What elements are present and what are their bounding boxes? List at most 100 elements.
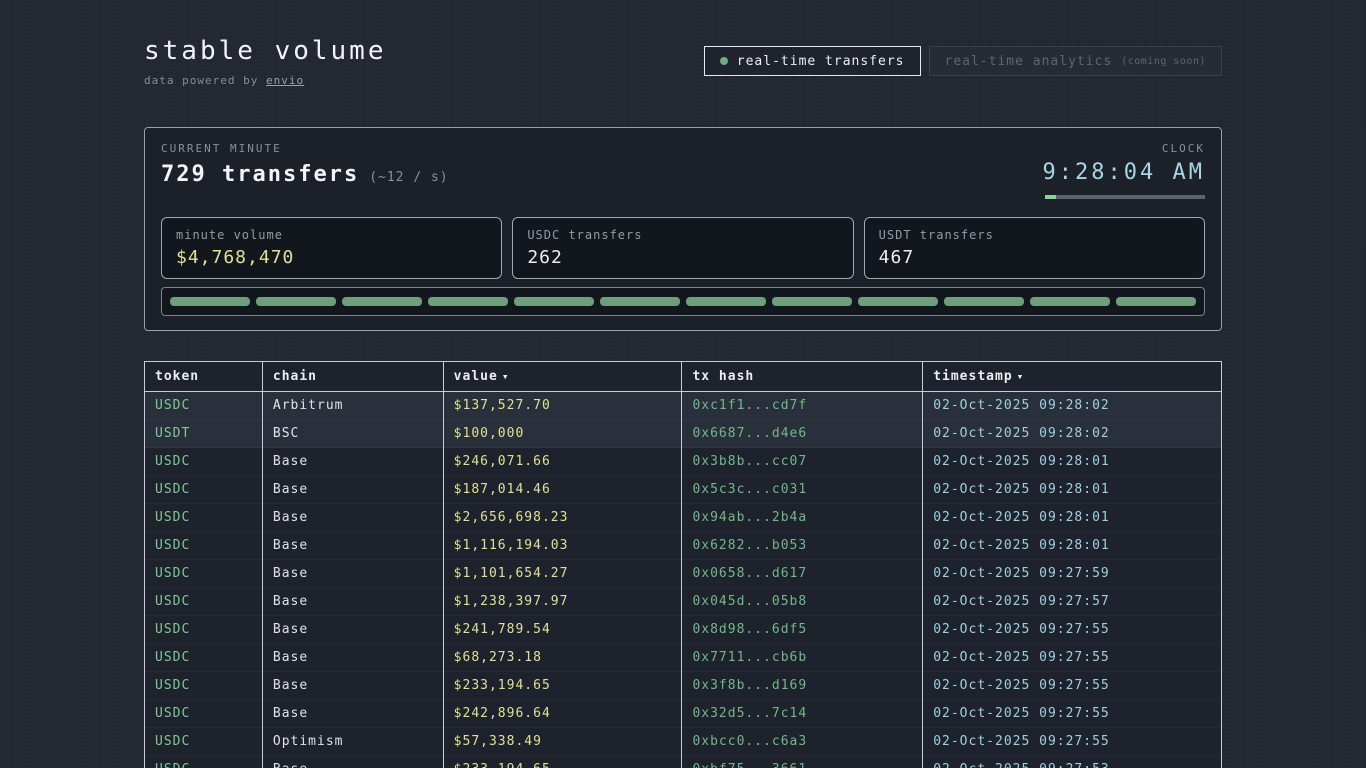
token-cell: USDT <box>145 420 263 448</box>
minute-segment <box>686 297 766 306</box>
table-row: USDCBase$68,273.180x7711...cb6b02-Oct-20… <box>145 644 1222 672</box>
chain-cell: Arbitrum <box>262 392 443 420</box>
tx-hash-cell[interactable]: 0x5c3c...c031 <box>682 476 923 504</box>
clock-progress-bar <box>1045 195 1205 199</box>
column-header-value[interactable]: value▾ <box>443 362 682 392</box>
subtitle: data powered by envio <box>144 74 387 87</box>
clock-label: CLOCK <box>1043 142 1205 155</box>
table-row: USDTBSC$100,0000x6687...d4e602-Oct-2025 … <box>145 420 1222 448</box>
token-cell: USDC <box>145 504 263 532</box>
minute-segment <box>428 297 508 306</box>
timestamp-cell: 02-Oct-2025 09:28:01 <box>923 504 1222 532</box>
value-cell: $137,527.70 <box>443 392 682 420</box>
tab-real-time-analytics: real-time analytics (coming soon) <box>929 46 1223 76</box>
minute-segment <box>342 297 422 306</box>
chain-cell: Base <box>262 560 443 588</box>
token-cell: USDC <box>145 560 263 588</box>
chain-cell: Base <box>262 644 443 672</box>
table-row: USDCOptimism$57,338.490xbcc0...c6a302-Oc… <box>145 728 1222 756</box>
title-block: stable volume data powered by envio <box>144 36 387 87</box>
value-cell: $233,194.65 <box>443 756 682 768</box>
transfer-count: 729 transfers <box>161 162 359 187</box>
token-cell: USDC <box>145 476 263 504</box>
tx-hash-cell[interactable]: 0xbcc0...c6a3 <box>682 728 923 756</box>
transfers-table-body: USDCArbitrum$137,527.700xc1f1...cd7f02-O… <box>145 392 1222 768</box>
chain-cell: Base <box>262 616 443 644</box>
tx-hash-cell[interactable]: 0x32d5...7c14 <box>682 700 923 728</box>
token-cell: USDC <box>145 700 263 728</box>
table-row: USDCBase$233,194.650x3f8b...d16902-Oct-2… <box>145 672 1222 700</box>
table-row: USDCBase$2,656,698.230x94ab...2b4a02-Oct… <box>145 504 1222 532</box>
tx-hash-cell[interactable]: 0xbf75...3661 <box>682 756 923 768</box>
timestamp-cell: 02-Oct-2025 09:27:55 <box>923 672 1222 700</box>
stat-usdt-transfers: USDT transfers 467 <box>864 217 1205 279</box>
live-dot-icon <box>720 57 728 65</box>
current-minute-label: CURRENT MINUTE <box>161 142 449 155</box>
tx-hash-cell[interactable]: 0x3f8b...d169 <box>682 672 923 700</box>
timestamp-cell: 02-Oct-2025 09:27:53 <box>923 756 1222 768</box>
token-cell: USDC <box>145 588 263 616</box>
value-cell: $233,194.65 <box>443 672 682 700</box>
sort-desc-icon: ▾ <box>502 370 510 383</box>
tx-hash-cell[interactable]: 0x045d...05b8 <box>682 588 923 616</box>
token-cell: USDC <box>145 448 263 476</box>
table-row: USDCArbitrum$137,527.700xc1f1...cd7f02-O… <box>145 392 1222 420</box>
tx-hash-cell[interactable]: 0x6282...b053 <box>682 532 923 560</box>
tx-hash-cell[interactable]: 0x6687...d4e6 <box>682 420 923 448</box>
minute-segment <box>600 297 680 306</box>
tx-hash-cell[interactable]: 0x94ab...2b4a <box>682 504 923 532</box>
stat-label: USDT transfers <box>879 228 1190 242</box>
tx-hash-cell[interactable]: 0x7711...cb6b <box>682 644 923 672</box>
table-row: USDCBase$242,896.640x32d5...7c1402-Oct-2… <box>145 700 1222 728</box>
subtitle-text: data powered by <box>144 74 258 87</box>
column-header-timestamp[interactable]: timestamp▾ <box>923 362 1222 392</box>
tab-real-time-transfers[interactable]: real-time transfers <box>704 46 921 76</box>
tx-hash-cell[interactable]: 0x3b8b...cc07 <box>682 448 923 476</box>
value-cell: $1,101,654.27 <box>443 560 682 588</box>
envio-link[interactable]: envio <box>266 74 304 87</box>
column-header-token: token <box>145 362 263 392</box>
value-cell: $2,656,698.23 <box>443 504 682 532</box>
tx-hash-cell[interactable]: 0xc1f1...cd7f <box>682 392 923 420</box>
column-header-tx-hash: tx hash <box>682 362 923 392</box>
page-header: stable volume data powered by envio real… <box>144 36 1222 87</box>
minute-segment <box>1030 297 1110 306</box>
token-cell: USDC <box>145 616 263 644</box>
minute-segment <box>772 297 852 306</box>
stat-value: 262 <box>527 247 838 268</box>
minute-segment <box>858 297 938 306</box>
page-container: stable volume data powered by envio real… <box>144 0 1222 768</box>
chain-cell: BSC <box>262 420 443 448</box>
minute-segment <box>514 297 594 306</box>
minute-segments <box>161 287 1205 316</box>
tx-hash-cell[interactable]: 0x0658...d617 <box>682 560 923 588</box>
tx-hash-cell[interactable]: 0x8d98...6df5 <box>682 616 923 644</box>
chain-cell: Base <box>262 532 443 560</box>
value-cell: $1,238,397.97 <box>443 588 682 616</box>
chain-cell: Optimism <box>262 728 443 756</box>
table-row: USDCBase$187,014.460x5c3c...c03102-Oct-2… <box>145 476 1222 504</box>
stat-value: 467 <box>879 247 1190 268</box>
minute-segment <box>1116 297 1196 306</box>
timestamp-cell: 02-Oct-2025 09:27:55 <box>923 616 1222 644</box>
timestamp-cell: 02-Oct-2025 09:27:57 <box>923 588 1222 616</box>
chain-cell: Base <box>262 448 443 476</box>
token-cell: USDC <box>145 392 263 420</box>
value-cell: $246,071.66 <box>443 448 682 476</box>
current-minute-panel: CURRENT MINUTE 729 transfers (~12 / s) C… <box>144 127 1222 331</box>
timestamp-cell: 02-Oct-2025 09:28:01 <box>923 448 1222 476</box>
coming-soon-badge: (coming soon) <box>1121 56 1206 67</box>
clock-block: CLOCK 9:28:04 AM <box>1043 142 1205 199</box>
transfers-table-header: token chain value▾ tx hash timestamp▾ <box>145 362 1222 392</box>
table-row: USDCBase$241,789.540x8d98...6df502-Oct-2… <box>145 616 1222 644</box>
column-header-chain: chain <box>262 362 443 392</box>
sort-desc-icon: ▾ <box>1017 370 1025 383</box>
timestamp-cell: 02-Oct-2025 09:28:02 <box>923 392 1222 420</box>
value-cell: $241,789.54 <box>443 616 682 644</box>
token-cell: USDC <box>145 532 263 560</box>
minute-segment <box>170 297 250 306</box>
stats-row: minute volume $4,768,470 USDC transfers … <box>161 217 1205 279</box>
token-cell: USDC <box>145 756 263 768</box>
value-cell: $57,338.49 <box>443 728 682 756</box>
panel-top-row: CURRENT MINUTE 729 transfers (~12 / s) C… <box>161 142 1205 199</box>
